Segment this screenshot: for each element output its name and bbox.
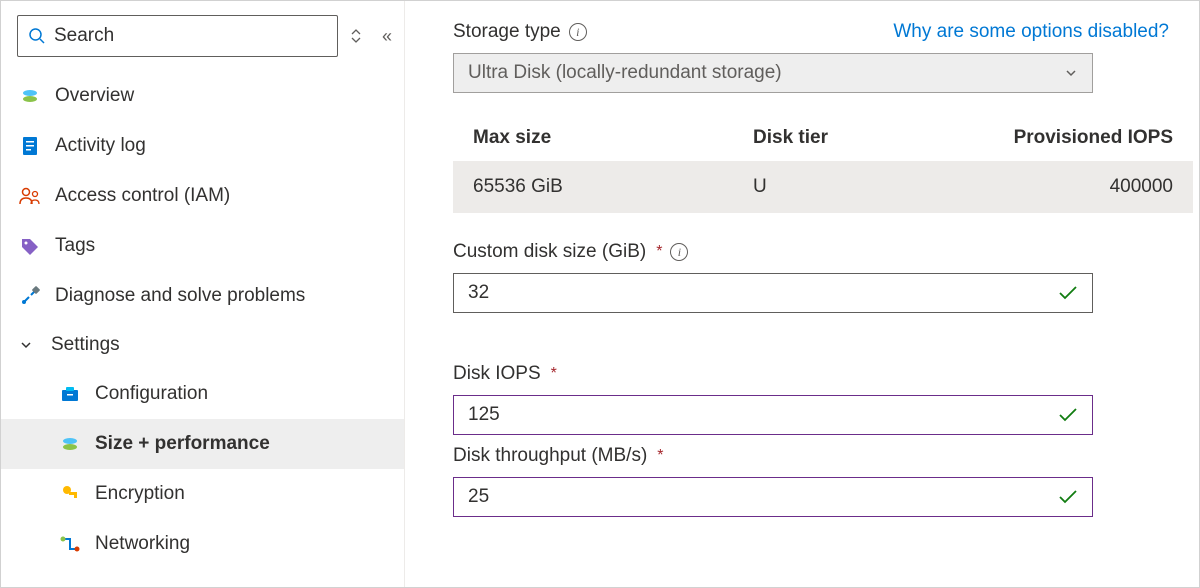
sidebar-item-label: Encryption	[95, 483, 185, 505]
sort-icon[interactable]	[348, 26, 364, 46]
access-control-icon	[19, 186, 41, 206]
storage-type-value: Ultra Disk (locally-redundant storage)	[468, 62, 782, 84]
storage-type-label: Storage type	[453, 21, 561, 43]
chevron-down-icon	[1064, 66, 1078, 80]
sidebar-group-settings[interactable]: Settings	[1, 321, 404, 369]
check-icon	[1058, 285, 1078, 301]
chevron-down-icon	[19, 338, 33, 352]
disk-iops-input[interactable]: 125	[453, 395, 1093, 435]
search-row: Search «	[1, 1, 404, 71]
size-performance-icon	[59, 434, 81, 454]
sidebar-item-label: Diagnose and solve problems	[55, 285, 305, 307]
main-content: Storage type i Why are some options disa…	[405, 1, 1199, 587]
info-icon[interactable]: i	[569, 23, 587, 41]
sidebar-item-configuration[interactable]: Configuration	[1, 369, 404, 419]
sidebar-item-overview[interactable]: Overview	[1, 71, 404, 121]
custom-size-value: 32	[468, 282, 489, 304]
encryption-icon	[59, 484, 81, 504]
disk-tier-table: Max size Disk tier Provisioned IOPS 6553…	[453, 115, 1193, 213]
sidebar-item-access-control[interactable]: Access control (IAM)	[1, 171, 404, 221]
check-icon	[1058, 489, 1078, 505]
cell-iops: 400000	[983, 176, 1173, 198]
table-header: Max size Disk tier Provisioned IOPS	[453, 115, 1193, 161]
sidebar-item-size-performance[interactable]: Size + performance	[1, 419, 404, 469]
sidebar-item-label: Size + performance	[95, 433, 270, 455]
tags-icon	[19, 237, 41, 255]
collapse-icon[interactable]: «	[382, 26, 392, 47]
storage-type-select[interactable]: Ultra Disk (locally-redundant storage)	[453, 53, 1093, 93]
search-placeholder: Search	[54, 25, 114, 47]
col-header-tier: Disk tier	[753, 127, 983, 149]
sidebar-item-networking[interactable]: Networking	[1, 519, 404, 569]
disk-iops-label: Disk IOPS	[453, 363, 541, 385]
configuration-icon	[59, 385, 81, 403]
networking-icon	[59, 535, 81, 553]
diagnose-icon	[19, 286, 41, 306]
sidebar-item-diagnose[interactable]: Diagnose and solve problems	[1, 271, 404, 321]
sidebar-item-encryption[interactable]: Encryption	[1, 469, 404, 519]
search-input[interactable]: Search	[17, 15, 338, 57]
col-header-size: Max size	[473, 127, 753, 149]
col-header-iops: Provisioned IOPS	[983, 127, 1173, 149]
sidebar: Search « Overview Activity log Access co…	[1, 1, 405, 587]
disk-iops-value: 125	[468, 404, 500, 426]
custom-size-label: Custom disk size (GiB)	[453, 241, 646, 263]
sidebar-item-label: Overview	[55, 85, 134, 107]
required-indicator: *	[551, 365, 557, 383]
sidebar-group-label: Settings	[51, 334, 120, 356]
search-icon	[28, 27, 46, 45]
sidebar-item-tags[interactable]: Tags	[1, 221, 404, 271]
disk-throughput-label: Disk throughput (MB/s)	[453, 445, 647, 467]
activity-log-icon	[19, 136, 41, 156]
info-icon[interactable]: i	[670, 243, 688, 261]
disk-throughput-input[interactable]: 25	[453, 477, 1093, 517]
required-indicator: *	[656, 243, 662, 261]
sidebar-item-label: Activity log	[55, 135, 146, 157]
sidebar-item-label: Configuration	[95, 383, 208, 405]
help-link[interactable]: Why are some options disabled?	[893, 21, 1169, 43]
check-icon	[1058, 407, 1078, 423]
cell-size: 65536 GiB	[473, 176, 753, 198]
cell-tier: U	[753, 176, 983, 198]
required-indicator: *	[657, 447, 663, 465]
sidebar-item-label: Access control (IAM)	[55, 185, 230, 207]
sidebar-item-label: Networking	[95, 533, 190, 555]
table-row[interactable]: 65536 GiB U 400000	[453, 161, 1193, 213]
sidebar-item-activity-log[interactable]: Activity log	[1, 121, 404, 171]
sidebar-item-label: Tags	[55, 235, 95, 257]
custom-size-input[interactable]: 32	[453, 273, 1093, 313]
disk-throughput-value: 25	[468, 486, 489, 508]
overview-icon	[19, 86, 41, 106]
